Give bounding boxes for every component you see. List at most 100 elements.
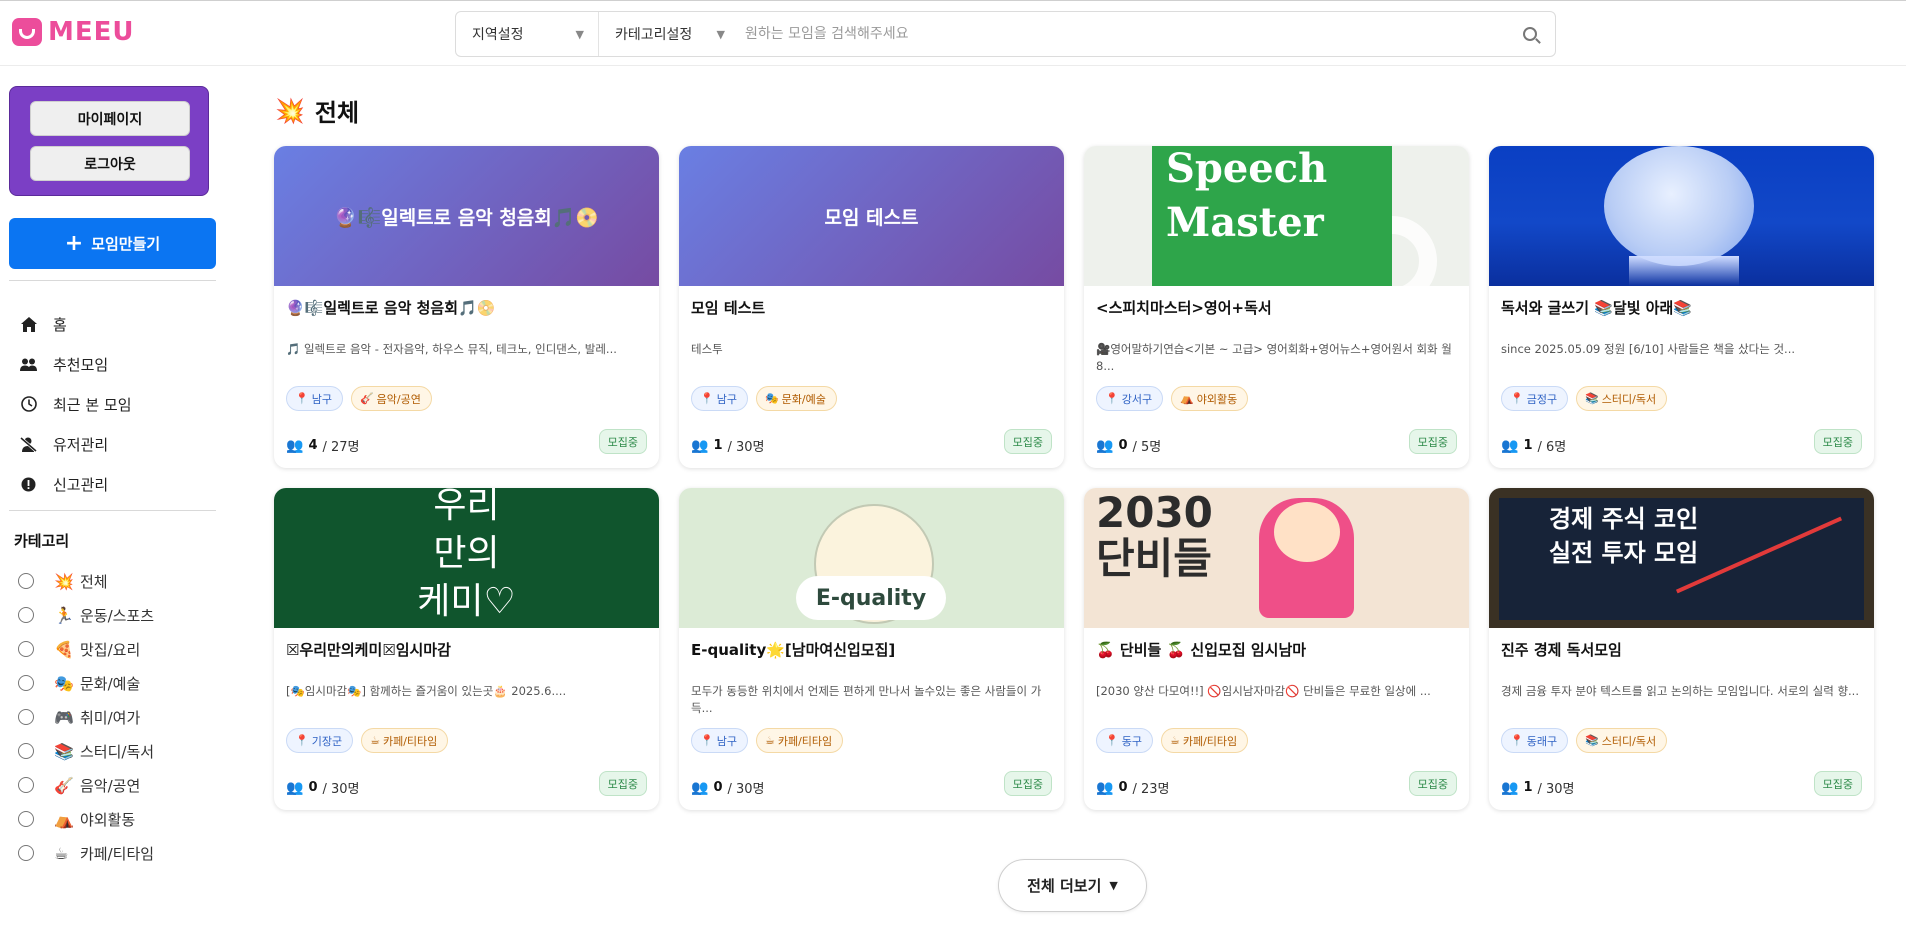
meeting-card[interactable]: E-quality E-quality🌟[남마여신입모집] 모두가 동등한 위치… [679,488,1064,810]
member-current: 4 [308,438,318,453]
status-badge: 모집중 [1003,771,1052,796]
member-capacity: / 27명 [322,440,360,455]
pin-icon: 📍 [1105,392,1119,405]
logo[interactable]: MEEU [12,17,135,47]
moon-reflection [1629,256,1739,286]
search-icon [1523,27,1537,41]
pin-icon: 📍 [1510,392,1524,405]
category-item-food[interactable]: 🍕 맛집/요리 [18,632,154,666]
member-capacity: / 23명 [1132,782,1170,797]
clock-icon [20,396,37,413]
sidebar-item-home[interactable]: 홈 [20,304,132,344]
people-icon: 👥 [1501,437,1519,454]
logout-button[interactable]: 로그아웃 [30,146,190,181]
meeting-card[interactable]: 모임 테스트 모임 테스트 테스투 📍 남구 🎭 문화/예술 👥 1 / 30명 모… [679,146,1064,468]
search-input[interactable] [739,12,1505,56]
card-description: since 2025.05.09 정원 [6/10] 사람들은 책을 샀다는 것… [1501,342,1796,356]
category-label: 전체 [80,572,108,591]
load-more-label: 전체 더보기 [1027,877,1102,895]
region-tag: 📍 기장군 [286,728,354,753]
category-item-cafe[interactable]: ☕ 카페/티타임 [18,836,154,870]
radio-button[interactable] [18,777,34,793]
card-thumbnail: 우리 만의 케미♡ [274,488,659,628]
member-current: 1 [1523,438,1533,453]
radio-button[interactable] [18,811,34,827]
home-icon [20,316,37,333]
meeting-card[interactable]: 독서와 글쓰기 📚달빛 아래📚 since 2025.05.09 정원 [6/1… [1489,146,1874,468]
category-select-label: 카테고리설정 [615,27,693,43]
category-label: 문화/예술 [80,674,141,693]
member-capacity: / 5명 [1132,440,1162,455]
radio-button[interactable] [18,573,34,589]
card-tags: 📍 금정구 📚 스터디/독서 [1501,386,1668,411]
category-tag-icon: ☕ [370,734,380,747]
profile-box: 마이페이지 로그아웃 [9,86,209,196]
region-tag-label: 남구 [311,392,332,406]
sidebar-item-recommended[interactable]: 추천모임 [20,344,132,384]
people-icon: 👥 [1096,437,1114,454]
category-item-study[interactable]: 📚 스터디/독서 [18,734,154,768]
sidebar-item-recent[interactable]: 최근 본 모임 [20,384,132,424]
sidebar-item-report-management[interactable]: 신고관리 [20,464,132,504]
category-tag-label: 스터디/독서 [1601,392,1657,406]
category-tag-icon: 📚 [1585,392,1599,405]
category-label: 운동/스포츠 [80,606,155,625]
meeting-card[interactable]: 경제 주식 코인 실전 투자 모임 진주 경제 독서모임 경제 금융 투자 분야… [1489,488,1874,810]
category-tag: ☕ 카페/티타임 [755,728,844,753]
region-select[interactable]: 지역설정 ▼ [456,12,599,56]
card-tags: 📍 동구 ☕ 카페/티타임 [1096,728,1249,753]
member-current: 0 [1118,780,1128,795]
status-badge: 모집중 [1408,429,1457,454]
sidebar-item-user-management[interactable]: 유저관리 [20,424,132,464]
page-title: 💥 전체 [275,93,359,128]
category-tag-icon: ☕ [764,734,775,747]
category-tag: 📚 스터디/독서 [1576,386,1668,411]
search-button[interactable] [1505,12,1555,56]
category-item-hobby[interactable]: 🎮 취미/여가 [18,700,154,734]
gamepad-icon: 🎮 [54,707,74,727]
category-item-music[interactable]: 🎸 음악/공연 [18,768,154,802]
status-badge: 모집중 [1003,429,1052,454]
people-icon: 👥 [286,437,304,454]
region-tag-label: 동래구 [1526,734,1558,748]
category-tag: ⛺ 야외활동 [1171,386,1249,411]
radio-button[interactable] [18,641,34,657]
meeting-card[interactable]: 2030 단비들 🍒 단비들 🍒 신입모집 임시남마 [2030 양산 다모여!… [1084,488,1469,810]
pin-icon: 📍 [1510,734,1524,747]
category-item-all[interactable]: 💥 전체 [18,564,154,598]
sidebar-nav: 홈 추천모임 최근 본 모임 유저관리 신고관리 [20,304,132,504]
meeting-card[interactable]: 우리 만의 케미♡ ☒우리만의케미☒임시마감 [🎭임시마감🎭] 함께하는 즐거움… [274,488,659,810]
card-description: 테스투 [691,342,723,356]
sidebar-item-label: 최근 본 모임 [53,395,132,414]
category-item-sports[interactable]: 🏃 운동/스포츠 [18,598,154,632]
member-count: 👥 4 / 27명 [286,436,360,456]
radio-button[interactable] [18,709,34,725]
member-count: 👥 0 / 23명 [1096,778,1170,798]
radio-button[interactable] [18,607,34,623]
category-section-title: 카테고리 [14,532,70,550]
meeting-card[interactable]: 🔮🎼일렉트로 음악 청음회🎵📀 🔮🎼일렉트로 음악 청음회🎵📀 🎵 일렉트로 음… [274,146,659,468]
thumbnail-text: Speech Master [1166,146,1328,246]
mypage-button[interactable]: 마이페이지 [30,101,190,136]
category-item-outdoor[interactable]: ⛺ 야외활동 [18,802,154,836]
category-select[interactable]: 카테고리설정 ▼ [599,12,739,56]
load-more-button[interactable]: 전체 더보기 ▼ [998,859,1147,912]
region-tag: 📍 동구 [1096,728,1153,753]
radio-button[interactable] [18,743,34,759]
radio-button[interactable] [18,845,34,861]
runner-icon: 🏃 [54,605,74,625]
region-tag-label: 남구 [716,734,737,748]
create-meeting-button[interactable]: + 모임만들기 [9,218,216,269]
top-header: MEEU 지역설정 ▼ 카테고리설정 ▼ [0,0,1906,66]
member-capacity: / 30명 [727,782,765,797]
category-tag: 🎸 음악/공연 [350,386,432,411]
radio-button[interactable] [18,675,34,691]
meeting-card[interactable]: Speech Master <스피치마스터>영어+독서 🎥영어말하기연습<기본 … [1084,146,1469,468]
region-tag-label: 동구 [1121,734,1142,748]
card-title: ☒우리만의케미☒임시마감 [286,641,451,659]
guitar-icon: 🎸 [54,775,74,795]
books-icon: 📚 [54,741,74,761]
theater-masks-icon: 🎭 [54,673,74,693]
member-capacity: / 6명 [1537,440,1567,455]
category-item-culture[interactable]: 🎭 문화/예술 [18,666,154,700]
